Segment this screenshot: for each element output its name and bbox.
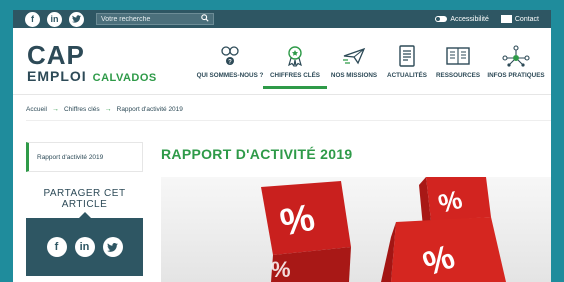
nav-label: CHIFFRES CLÉS (269, 72, 321, 79)
nav-item-chiffres-cles[interactable]: CHIFFRES CLÉS (263, 42, 327, 92)
twitter-icon[interactable] (69, 11, 84, 27)
arrow-right-icon: → (104, 106, 112, 113)
nav-label: ACTUALITÉS (387, 72, 427, 79)
nav-label: INFOS PRATIQUES (487, 72, 545, 79)
nav-label: RESSOURCES (435, 72, 481, 79)
svg-text:%: % (271, 257, 291, 282)
toggle-icon (435, 15, 448, 22)
accessibility-link[interactable]: Accessibilité (435, 16, 489, 23)
search-box[interactable] (96, 13, 214, 25)
nav-label: NOS MISSIONS (330, 72, 378, 79)
nav-item-actualites[interactable]: ACTUALITÉS (383, 42, 431, 92)
share-title: PARTAGER CET ARTICLE (43, 188, 126, 210)
nav-item-qui-sommes-nous[interactable]: ? QUI SOMMES-NOUS ? (195, 42, 265, 92)
book-icon (443, 42, 473, 70)
main-nav: ? QUI SOMMES-NOUS ? CHIFFRES CLÉS NOS MI… (195, 42, 547, 92)
document-icon (392, 42, 422, 70)
top-social-links: f in (25, 11, 84, 27)
search-icon[interactable] (201, 14, 209, 24)
logo[interactable]: CAP EMPLOI CALVADOS (27, 42, 187, 90)
percent-dice-image: % % % % (161, 177, 551, 282)
breadcrumb-current: Rapport d'activité 2019 (116, 106, 183, 113)
hero-image: % % % % (161, 177, 551, 282)
breadcrumb-divider (26, 120, 551, 121)
accessibility-label: Accessibilité (450, 15, 489, 23)
page-title: RAPPORT D'ACTIVITÉ 2019 (161, 146, 353, 162)
people-icon: ? (215, 42, 245, 70)
nav-item-ressources[interactable]: RESSOURCES (431, 42, 485, 92)
share-facebook-icon[interactable]: f (46, 237, 67, 257)
logo-line2: EMPLOI (27, 68, 87, 84)
contact-link[interactable]: Contact (500, 15, 539, 23)
sidebar: Rapport d'activité 2019 PARTAGER CET ART… (26, 142, 143, 276)
contact-label: Contact (514, 15, 539, 23)
nav-item-nos-missions[interactable]: NOS MISSIONS (325, 42, 383, 92)
share-linkedin-icon[interactable]: in (74, 237, 95, 257)
top-bar: f in Accessibilité Contact (13, 10, 551, 28)
sidebar-item-rapport[interactable]: Rapport d'activité 2019 (26, 142, 143, 172)
logo-region: CALVADOS (92, 72, 157, 84)
breadcrumb-home[interactable]: Accueil (26, 106, 47, 113)
nav-item-infos-pratiques[interactable]: INFOS PRATIQUES (485, 42, 547, 92)
nav-label: QUI SOMMES-NOUS ? (196, 72, 264, 79)
logo-line1: CAP (27, 40, 85, 70)
award-icon (280, 42, 310, 70)
svg-text:?: ? (228, 60, 232, 66)
facebook-icon[interactable]: f (25, 11, 40, 27)
breadcrumb: Accueil → Chiffres clés → Rapport d'acti… (26, 106, 183, 113)
network-icon (501, 42, 531, 70)
breadcrumb-chiffres-cles[interactable]: Chiffres clés (64, 106, 100, 113)
envelope-icon (500, 15, 512, 23)
search-input[interactable] (101, 15, 196, 23)
header-divider (13, 94, 551, 95)
share-box: f in (26, 212, 143, 276)
arrow-right-icon: → (51, 106, 59, 113)
main-panel: CAP EMPLOI CALVADOS ? QUI SOMMES-NOUS ? C… (13, 28, 551, 282)
paper-plane-icon (339, 42, 369, 70)
linkedin-icon[interactable]: in (47, 11, 62, 27)
share-twitter-icon[interactable] (102, 237, 123, 257)
